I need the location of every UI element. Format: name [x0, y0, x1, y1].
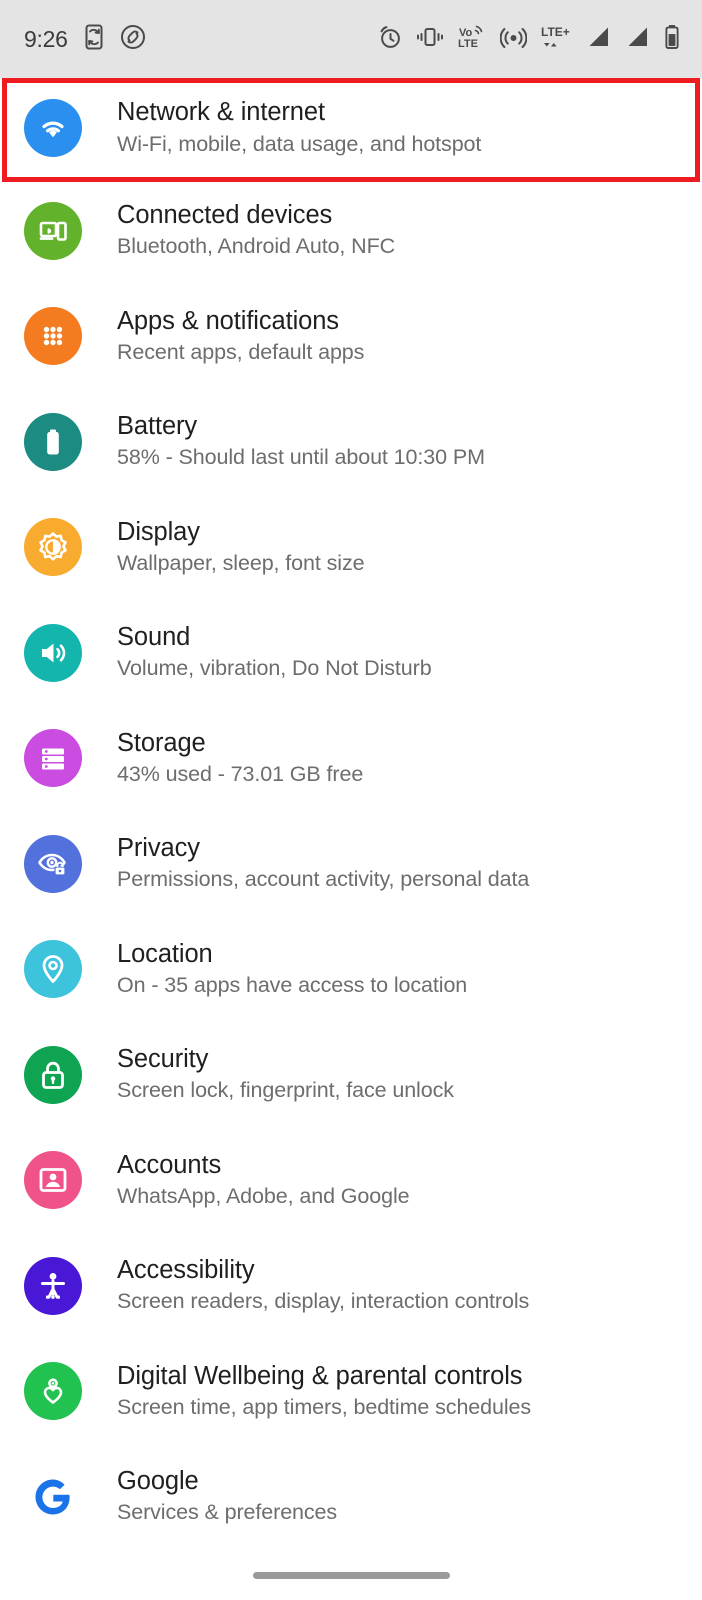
- lock-icon: [24, 1045, 82, 1104]
- home-gesture-pill[interactable]: [252, 1571, 450, 1579]
- storage-icon: [24, 729, 82, 788]
- settings-item-subtitle: Bluetooth, Android Auto, NFC: [117, 234, 396, 259]
- settings-item-subtitle: Recent apps, default apps: [117, 339, 365, 364]
- signal-bars-sim1-icon: [586, 25, 612, 54]
- settings-item-text: Storage 43% used - 73.01 GB free: [117, 728, 363, 789]
- svg-text:LTE: LTE: [458, 38, 478, 50]
- settings-item-subtitle: 58% - Should last until about 10:30 PM: [117, 445, 485, 470]
- settings-item-subtitle: WhatsApp, Adobe, and Google: [117, 1183, 410, 1208]
- account-card-icon: [24, 1151, 82, 1210]
- settings-item-title: Connected devices: [117, 201, 333, 230]
- accessibility-icon: [24, 1256, 82, 1315]
- status-bar-right: Vo LTE LTE+: [377, 24, 680, 55]
- settings-item-text: Accounts WhatsApp, Adobe, and Google: [117, 1150, 410, 1211]
- settings-item-text: Digital Wellbeing & parental controls Sc…: [117, 1361, 531, 1422]
- settings-item-text: Location On - 35 apps have access to loc…: [117, 939, 467, 1000]
- wellbeing-heart-icon: [24, 1362, 82, 1421]
- settings-item-location[interactable]: Location On - 35 apps have access to loc…: [0, 916, 702, 1022]
- settings-screen: 9:26 Vo LTE LTE+ Network & internet Wi-F…: [0, 0, 702, 1600]
- settings-item-title: Sound: [117, 623, 191, 652]
- settings-item-subtitle: Wallpaper, sleep, font size: [117, 550, 365, 575]
- navigation-bar: [0, 1560, 702, 1600]
- settings-item-subtitle: Wi-Fi, mobile, data usage, and hotspot: [117, 131, 482, 156]
- alarm-icon: [377, 24, 403, 55]
- battery-icon: [664, 24, 680, 55]
- settings-item-subtitle: On - 35 apps have access to location: [117, 972, 468, 997]
- settings-item-subtitle: Volume, vibration, Do Not Disturb: [117, 656, 432, 681]
- settings-item-subtitle: Screen time, app timers, bedtime schedul…: [117, 1394, 532, 1419]
- settings-item-subtitle: Screen readers, display, interaction con…: [117, 1289, 530, 1314]
- lte-plus-icon: LTE+: [540, 24, 573, 55]
- settings-item-subtitle: 43% used - 73.01 GB free: [117, 761, 364, 786]
- svg-text:LTE+: LTE+: [541, 25, 570, 39]
- settings-item-title: Accessibility: [117, 1256, 255, 1285]
- volte-icon: Vo LTE: [457, 24, 487, 55]
- status-bar-clock: 9:26: [24, 25, 68, 52]
- settings-item-subtitle: Services & preferences: [117, 1500, 338, 1525]
- settings-item-title: Apps & notifications: [117, 306, 339, 335]
- wifi-icon: [24, 99, 82, 157]
- settings-item-security[interactable]: Security Screen lock, fingerprint, face …: [0, 1022, 702, 1128]
- shazam-icon: [120, 24, 146, 55]
- google-g-icon: [24, 1467, 82, 1526]
- settings-item-text: Security Screen lock, fingerprint, face …: [117, 1044, 454, 1105]
- settings-item-network-and-internet[interactable]: Network & internet Wi-Fi, mobile, data u…: [0, 78, 702, 178]
- settings-item-title: Security: [117, 1045, 209, 1074]
- settings-item-battery[interactable]: Battery 58% - Should last until about 10…: [0, 389, 702, 495]
- settings-item-text: Connected devices Bluetooth, Android Aut…: [117, 200, 395, 261]
- settings-item-subtitle: Screen lock, fingerprint, face unlock: [117, 1078, 454, 1103]
- speaker-icon: [24, 623, 82, 682]
- settings-item-title: Storage: [117, 728, 206, 757]
- settings-item-text: Battery 58% - Should last until about 10…: [117, 411, 485, 472]
- apps-grid-icon: [24, 307, 82, 366]
- settings-item-display[interactable]: Display Wallpaper, sleep, font size: [0, 494, 702, 600]
- battery-icon: [24, 412, 82, 471]
- settings-item-title: Accounts: [117, 1150, 222, 1179]
- settings-item-text: Sound Volume, vibration, Do Not Disturb: [117, 622, 432, 683]
- settings-item-accessibility[interactable]: Accessibility Screen readers, display, i…: [0, 1233, 702, 1339]
- settings-item-accounts[interactable]: Accounts WhatsApp, Adobe, and Google: [0, 1127, 702, 1233]
- settings-item-title: Battery: [117, 412, 198, 441]
- settings-item-storage[interactable]: Storage 43% used - 73.01 GB free: [0, 705, 702, 811]
- settings-item-title: Network & internet: [117, 98, 325, 127]
- screen-rotate-icon: [82, 23, 106, 56]
- settings-item-text: Accessibility Screen readers, display, i…: [117, 1255, 529, 1316]
- settings-item-text: Google Services & preferences: [117, 1466, 337, 1527]
- status-bar: 9:26 Vo LTE LTE+: [0, 0, 702, 78]
- settings-list: Network & internet Wi-Fi, mobile, data u…: [0, 78, 702, 1550]
- status-bar-left: 9:26: [24, 23, 146, 56]
- settings-item-connected-devices[interactable]: Connected devices Bluetooth, Android Aut…: [0, 178, 702, 284]
- signal-bars-sim2-icon: [625, 25, 651, 54]
- hotspot-icon: [499, 24, 528, 55]
- settings-item-title: Google: [117, 1467, 199, 1496]
- settings-item-text: Network & internet Wi-Fi, mobile, data u…: [117, 97, 481, 158]
- settings-item-privacy[interactable]: Privacy Permissions, account activity, p…: [0, 811, 702, 917]
- location-pin-icon: [24, 940, 82, 999]
- settings-item-title: Location: [117, 939, 213, 968]
- settings-item-subtitle: Permissions, account activity, personal …: [117, 867, 530, 892]
- privacy-eye-lock-icon: [24, 834, 82, 893]
- settings-item-text: Privacy Permissions, account activity, p…: [117, 833, 529, 894]
- settings-item-digital-wellbeing[interactable]: Digital Wellbeing & parental controls Sc…: [0, 1338, 702, 1444]
- vibrate-icon: [416, 25, 444, 54]
- connected-devices-icon: [24, 201, 82, 260]
- settings-item-sound[interactable]: Sound Volume, vibration, Do Not Disturb: [0, 600, 702, 706]
- brightness-icon: [24, 518, 82, 577]
- settings-item-google[interactable]: Google Services & preferences: [0, 1444, 702, 1550]
- settings-item-text: Apps & notifications Recent apps, defaul…: [117, 306, 364, 367]
- settings-item-title: Digital Wellbeing & parental controls: [117, 1361, 523, 1390]
- settings-item-apps-and-notifications[interactable]: Apps & notifications Recent apps, defaul…: [0, 283, 702, 389]
- settings-item-title: Privacy: [117, 834, 200, 863]
- settings-item-title: Display: [117, 517, 200, 546]
- settings-item-text: Display Wallpaper, sleep, font size: [117, 517, 365, 578]
